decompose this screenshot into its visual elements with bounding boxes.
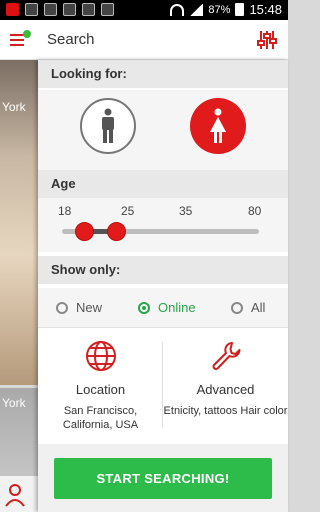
hamburger-menu-icon[interactable] (10, 30, 32, 50)
looking-for-heading: Looking for: (38, 60, 288, 88)
age-min-handle[interactable] (74, 222, 94, 241)
radio-new[interactable]: New (56, 300, 102, 315)
start-searching-button[interactable]: START SEARCHING! (54, 458, 272, 499)
age-label-high: 35 (179, 204, 193, 218)
app-bar: Search (0, 20, 288, 60)
panel-footer: START SEARCHING! (38, 444, 288, 512)
clipboard-icon (82, 3, 95, 16)
location-value: San Francisco, California, USA (62, 405, 139, 431)
radio-label: New (76, 300, 103, 315)
male-option[interactable] (80, 98, 136, 154)
age-max-handle[interactable] (106, 222, 126, 241)
globe-icon (86, 341, 116, 371)
radio-circle-icon (138, 301, 150, 314)
profile-card[interactable]: York (0, 60, 38, 385)
filter-sliders-icon[interactable] (256, 29, 278, 51)
notification-icons (6, 3, 114, 16)
location-title: Location (75, 382, 126, 397)
profile-icon (0, 476, 38, 512)
advanced-value: Etnicity, tattoos Hair color (163, 405, 288, 417)
email-icon (25, 3, 38, 16)
advanced-title: Advanced (196, 382, 255, 397)
location-option[interactable]: Location San Francisco, California, USA (38, 330, 163, 440)
page-title: Search (47, 31, 95, 48)
radio-all[interactable]: All (231, 300, 265, 315)
profile-city: York (2, 396, 26, 410)
age-range-slider: 18 25 35 80 (38, 198, 288, 252)
signal-icon (189, 3, 204, 16)
female-option[interactable] (190, 98, 246, 154)
radio-label: Online (158, 300, 196, 315)
age-label-min: 18 (58, 204, 72, 218)
status-bar: 87% 15:48 (0, 0, 288, 20)
download-icon (63, 3, 76, 16)
app-notification-icon (6, 3, 19, 16)
battery-percent: 87% (208, 3, 231, 16)
battery-icon (235, 3, 245, 16)
radio-circle-icon (231, 301, 243, 314)
age-heading: Age (38, 170, 288, 198)
show-only-options: New Online All (38, 288, 288, 328)
notification-dot (23, 30, 31, 38)
female-icon (210, 108, 226, 143)
radio-label: All (251, 300, 266, 315)
show-only-heading: Show only: (38, 256, 288, 284)
gender-selector (38, 90, 288, 170)
profile-card[interactable]: York (0, 388, 38, 512)
age-label-low: 25 (121, 204, 135, 218)
advanced-option[interactable]: Advanced Etnicity, tattoos Hair color (163, 330, 288, 440)
wrench-icon (212, 342, 241, 370)
search-filter-panel: Looking for: Age 18 25 35 80 Show only: … (38, 60, 288, 512)
profile-city: York (2, 100, 26, 114)
age-label-max: 80 (248, 204, 262, 218)
task-icon (101, 3, 114, 16)
male-icon (102, 108, 114, 143)
search-options: Location San Francisco, California, USA … (38, 330, 288, 440)
gallery-icon (44, 3, 57, 16)
clock: 15:48 (249, 2, 282, 17)
radio-circle-icon (56, 301, 68, 314)
radio-online[interactable]: Online (138, 300, 196, 315)
wifi-icon (170, 3, 185, 16)
